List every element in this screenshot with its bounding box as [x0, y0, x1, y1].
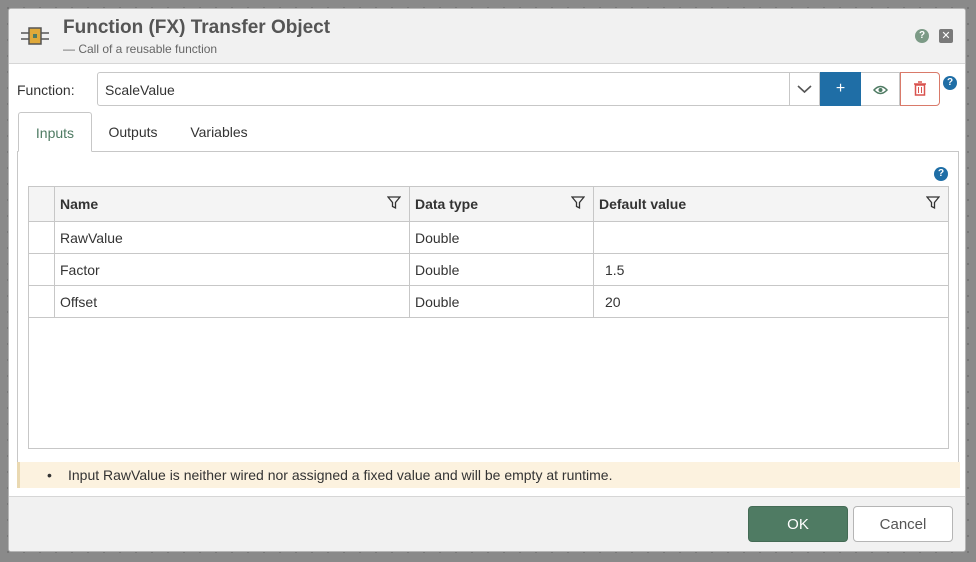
dropdown-toggle[interactable] [789, 73, 819, 105]
warning-bullet: • [47, 467, 52, 483]
column-divider [593, 187, 594, 318]
cell-data-type: Double [415, 230, 460, 246]
view-function-button[interactable] [861, 72, 900, 106]
table-row[interactable]: Offset Double 20 [29, 286, 948, 318]
trash-icon [914, 81, 926, 96]
help-icon[interactable]: ? [915, 29, 929, 43]
cell-default-value[interactable]: 1.5 [605, 262, 624, 278]
cell-name: Offset [60, 294, 98, 310]
column-header-data-type[interactable]: Data type [415, 196, 478, 212]
filter-icon[interactable] [387, 196, 401, 210]
transfer-object-dialog: Function (FX) Transfer Object — Call of … [8, 8, 966, 552]
tab-inputs[interactable]: Inputs [18, 112, 92, 152]
tab-outputs[interactable]: Outputs [98, 112, 168, 152]
cancel-button[interactable]: Cancel [853, 506, 953, 542]
table-row[interactable]: Factor Double 1.5 [29, 254, 948, 286]
cell-name: Factor [60, 262, 100, 278]
cell-name: RawValue [60, 230, 123, 246]
cell-default-value[interactable]: 20 [605, 294, 621, 310]
eye-icon [872, 85, 889, 95]
panel-help-icon[interactable]: ? [934, 167, 948, 181]
function-select-value: ScaleValue [105, 82, 175, 98]
ok-button[interactable]: OK [748, 506, 848, 542]
column-divider [54, 187, 55, 318]
column-header-name[interactable]: Name [60, 196, 98, 212]
function-select[interactable]: ScaleValue [97, 72, 820, 106]
validation-warning: • Input RawValue is neither wired nor as… [17, 462, 960, 488]
column-header-default-value[interactable]: Default value [599, 196, 686, 212]
function-help-icon[interactable]: ? [943, 76, 957, 90]
close-icon[interactable]: ✕ [939, 29, 953, 43]
cell-data-type: Double [415, 262, 460, 278]
table-row[interactable]: RawValue Double [29, 222, 948, 254]
inputs-table: Name Data type Default value RawValue Do… [28, 186, 949, 449]
dialog-subtitle: — Call of a reusable function [63, 42, 218, 56]
delete-function-button[interactable] [900, 72, 940, 106]
chevron-down-icon [797, 85, 812, 94]
tab-variables[interactable]: Variables [178, 112, 260, 152]
filter-icon[interactable] [571, 196, 585, 210]
function-block-icon [21, 27, 49, 45]
warning-message: Input RawValue is neither wired nor assi… [68, 467, 613, 483]
dialog-title: Function (FX) Transfer Object [63, 17, 331, 38]
column-divider [409, 187, 410, 318]
dialog-header: Function (FX) Transfer Object — Call of … [9, 9, 965, 64]
add-function-button[interactable]: + [820, 72, 861, 106]
filter-icon[interactable] [926, 196, 940, 210]
inputs-panel: ? Name Data type Default value RawValue … [17, 151, 959, 463]
table-header: Name Data type Default value [29, 187, 948, 222]
function-label: Function: [17, 82, 75, 98]
cell-data-type: Double [415, 294, 460, 310]
dialog-footer: OK Cancel [9, 496, 965, 551]
